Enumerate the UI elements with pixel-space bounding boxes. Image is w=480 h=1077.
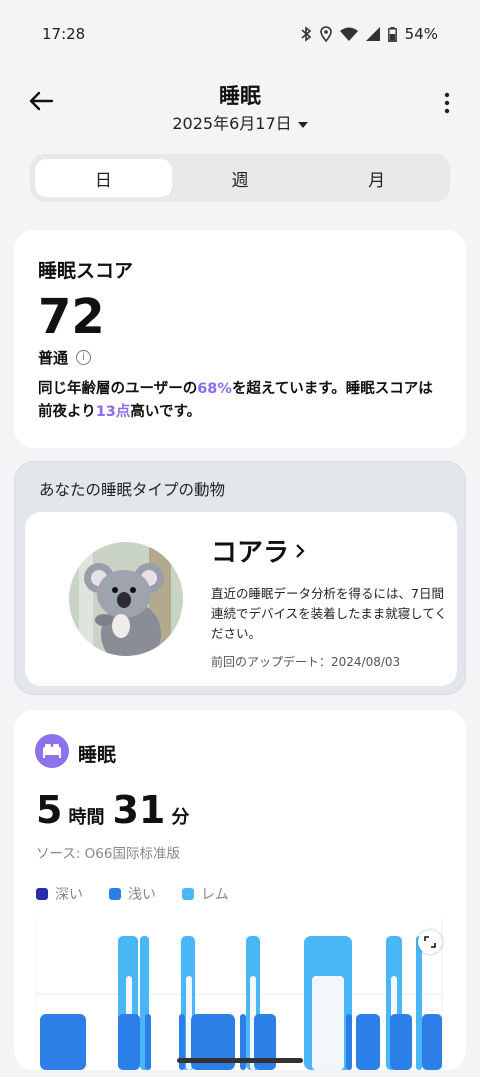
duration-minutes: 31	[112, 788, 166, 832]
duration-hours: 5	[36, 788, 63, 832]
legend-light: 浅い	[109, 884, 156, 904]
animal-description: 直近の睡眠データ分析を得るには、7日間連続でデバイスを装着したまま就寝してくださ…	[211, 586, 448, 641]
caret-down-icon	[297, 121, 308, 128]
sleep-animal-header: あなたの睡眠タイプの動物	[39, 481, 226, 499]
legend-swatch-deep	[36, 888, 48, 900]
status-time: 17:28	[42, 25, 86, 43]
tab-month[interactable]: 月	[308, 159, 445, 197]
sleep-score-value: 72	[38, 289, 105, 345]
duration-minutes-unit: 分	[171, 807, 190, 828]
points-highlight: 13点	[95, 404, 131, 420]
duration-hours-unit: 時間	[68, 807, 105, 828]
chevron-right-icon	[296, 543, 305, 558]
desc-text: 同じ年齢層のユーザーの	[38, 381, 198, 397]
koala-image	[69, 542, 183, 656]
bluetooth-icon	[301, 26, 311, 42]
legend-deep: 深い	[36, 884, 83, 904]
sleep-section-title: 睡眠	[78, 744, 117, 766]
sleep-duration-card: 睡眠 5 時間 31 分 ソース: O66国际标准版 深い 浅い レム	[14, 710, 466, 1070]
bed-icon	[35, 734, 69, 768]
legend-swatch-light	[109, 888, 121, 900]
signal-icon	[365, 27, 380, 41]
sleep-score-card: 睡眠スコア 72 普通 i 同じ年齢層のユーザーの68%を超えています。睡眠スコ…	[14, 230, 466, 448]
data-source: ソース: O66国际标准版	[36, 846, 180, 862]
sleep-stage-legend: 深い 浅い レム	[36, 884, 229, 904]
legend-label-light: 浅い	[128, 887, 156, 903]
score-level-text: 普通	[38, 349, 69, 367]
more-options-button[interactable]	[442, 90, 452, 116]
expand-icon	[424, 936, 436, 948]
legend-rem: レム	[182, 884, 229, 904]
battery-level: 54%	[404, 25, 438, 43]
sleep-score-label: 睡眠スコア	[38, 260, 134, 282]
date-label: 2025年6月17日	[172, 114, 292, 133]
legend-label-rem: レム	[201, 887, 229, 903]
animal-last-updated: 前回のアップデート：2024/08/03	[211, 655, 401, 669]
tab-week[interactable]: 週	[172, 159, 309, 197]
status-bar: 17:28 54%	[0, 0, 480, 68]
tab-day[interactable]: 日	[35, 159, 172, 197]
animal-name-link[interactable]: コアラ	[211, 532, 305, 569]
sleep-score-level: 普通 i	[38, 347, 442, 368]
expand-chart-button[interactable]	[418, 930, 442, 954]
more-vertical-icon	[444, 92, 450, 114]
status-icons: 54%	[300, 25, 438, 43]
home-indicator[interactable]	[177, 1058, 303, 1063]
percentile-highlight: 68%	[197, 381, 232, 397]
page-title: 睡眠	[219, 84, 261, 108]
sleep-score-description: 同じ年齢層のユーザーの68%を超えています。睡眠スコアは前夜より13点高いです。	[38, 378, 442, 424]
legend-swatch-rem	[182, 888, 194, 900]
desc-text: 高いです。	[130, 404, 202, 420]
legend-label-deep: 深い	[55, 887, 83, 903]
date-selector[interactable]: 2025年6月17日	[0, 110, 480, 134]
wifi-icon	[339, 27, 358, 41]
battery-icon	[387, 26, 397, 42]
sleep-duration: 5 時間 31 分	[36, 788, 197, 832]
sleep-animal-section: あなたの睡眠タイプの動物 コアラ 直近の睡眠データ分析を得るには、7日間連続でデ…	[14, 461, 466, 695]
period-tabs: 日 週 月	[30, 154, 450, 202]
animal-name: コアラ	[211, 538, 290, 568]
sleep-stage-chart[interactable]	[35, 916, 444, 1070]
info-icon[interactable]: i	[76, 350, 92, 365]
sleep-animal-card[interactable]: コアラ 直近の睡眠データ分析を得るには、7日間連続でデバイスを装着したまま就寝し…	[25, 512, 457, 686]
app-bar: 睡眠 2025年6月17日	[0, 68, 480, 144]
location-icon	[319, 26, 332, 42]
